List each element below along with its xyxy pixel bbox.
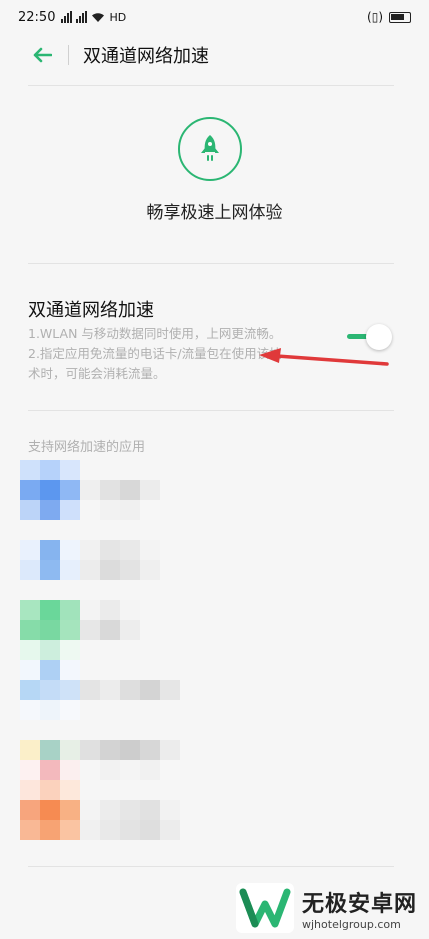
- status-bar: 22:50 HD (▯): [0, 0, 429, 34]
- divider: [28, 263, 394, 264]
- watermark-texts: 无极安卓网 wjhotelgroup.com: [302, 886, 417, 931]
- feature-desc-line: 2.指定应用免流量的电话卡/流量包在使用该技: [28, 346, 282, 361]
- vibrate-icon: (▯): [367, 10, 383, 24]
- wifi-icon: [92, 12, 105, 22]
- toggle-knob: [366, 324, 392, 350]
- title-divider: [68, 45, 69, 65]
- watermark-url: wjhotelgroup.com: [302, 917, 401, 931]
- divider: [28, 866, 394, 867]
- feature-desc-line: 术时，可能会消耗流量。: [28, 366, 166, 381]
- watermark: 无极安卓网 wjhotelgroup.com: [236, 883, 417, 933]
- divider: [28, 85, 394, 86]
- page-title: 双通道网络加速: [83, 46, 209, 67]
- battery-icon: [389, 11, 411, 23]
- status-left: 22:50 HD: [18, 10, 126, 25]
- watermark-logo-icon: [236, 883, 294, 933]
- status-icons: HD: [61, 11, 126, 24]
- status-time: 22:50: [18, 9, 56, 25]
- back-button[interactable]: [28, 41, 56, 69]
- network-type-label: HD: [109, 10, 127, 24]
- back-arrow-icon: [33, 47, 52, 63]
- feature-desc-line: 1.WLAN 与移动数据同时使用，上网更流畅。: [28, 326, 282, 341]
- rocket-icon: [178, 117, 242, 181]
- app-bar: 双通道网络加速: [0, 34, 429, 76]
- acceleration-toggle[interactable]: [345, 323, 393, 351]
- feature-description: 1.WLAN 与移动数据同时使用，上网更流畅。 2.指定应用免流量的电话卡/流量…: [28, 324, 328, 384]
- signal-icon: [61, 11, 73, 23]
- watermark-title: 无极安卓网: [302, 891, 418, 917]
- supported-apps-label: 支持网络加速的应用: [28, 440, 146, 455]
- divider: [28, 410, 394, 411]
- signal-icon: [76, 11, 88, 23]
- feature-title: 双通道网络加速: [28, 300, 154, 321]
- status-right: (▯): [367, 10, 411, 24]
- hero-text: 畅享极速上网体验: [146, 203, 283, 223]
